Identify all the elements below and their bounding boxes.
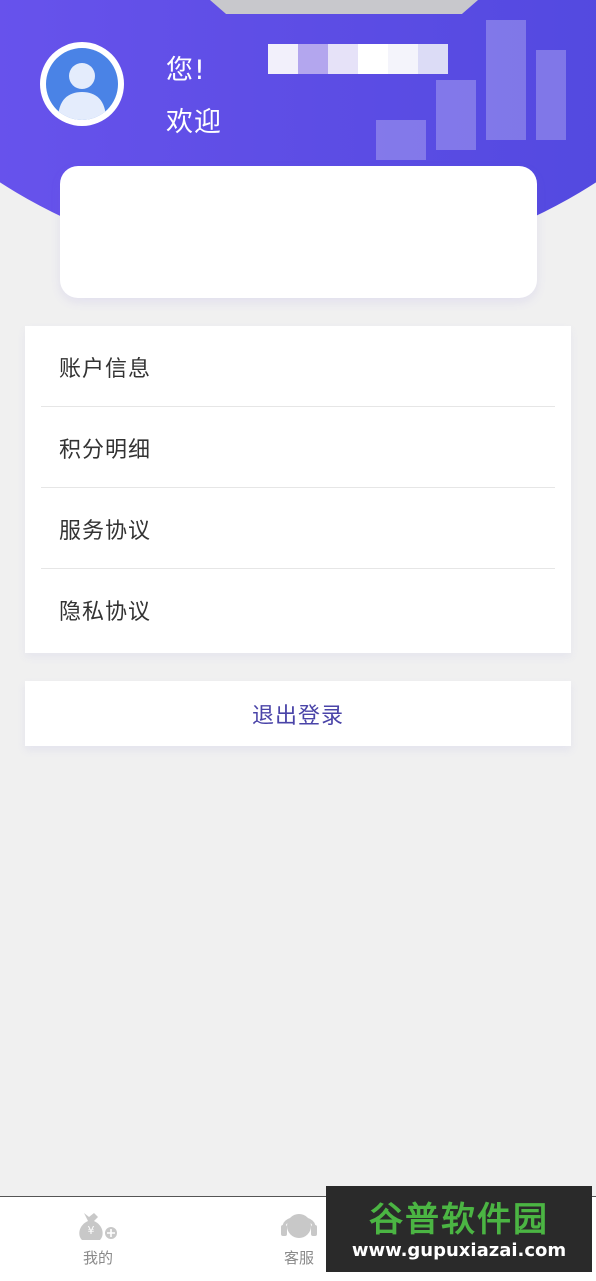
greeting-line-1: 您! — [166, 55, 206, 86]
masked-username — [268, 44, 448, 74]
headset-icon — [281, 1214, 317, 1238]
watermark-title: 谷普软件园 — [369, 1200, 549, 1240]
watermark-logo: 谷普软件园 www.gupuxiazai.com — [326, 1186, 592, 1272]
menu-item-label: 积分明细 — [59, 437, 152, 463]
menu-item-privacy-policy[interactable]: 隐私协议 — [25, 569, 571, 650]
watermark-url: www.gupuxiazai.com — [351, 1240, 567, 1261]
menu-item-label: 账户信息 — [59, 356, 152, 382]
tab-label: 我的 — [82, 1249, 113, 1267]
avatar[interactable] — [40, 42, 124, 126]
status-notch — [210, 0, 478, 14]
menu-item-account-info[interactable]: 账户信息 — [25, 326, 571, 407]
tab-mine[interactable]: ¥ 我的 — [48, 1209, 148, 1268]
user-silhouette-icon — [46, 48, 118, 120]
menu-item-points-detail[interactable]: 积分明细 — [25, 407, 571, 488]
menu-item-label: 隐私协议 — [59, 599, 152, 625]
money-bag-icon: ¥ — [79, 1213, 119, 1241]
greeting-line-2: 欢迎 — [166, 107, 222, 138]
account-info-card — [60, 166, 537, 298]
settings-menu: 账户信息 积分明细 服务协议 隐私协议 — [25, 326, 571, 653]
svg-text:¥: ¥ — [88, 1224, 95, 1237]
tab-label: 客服 — [283, 1249, 314, 1267]
logout-button[interactable]: 退出登录 — [25, 681, 571, 746]
menu-item-service-agreement[interactable]: 服务协议 — [25, 488, 571, 569]
menu-item-label: 服务协议 — [59, 518, 152, 544]
